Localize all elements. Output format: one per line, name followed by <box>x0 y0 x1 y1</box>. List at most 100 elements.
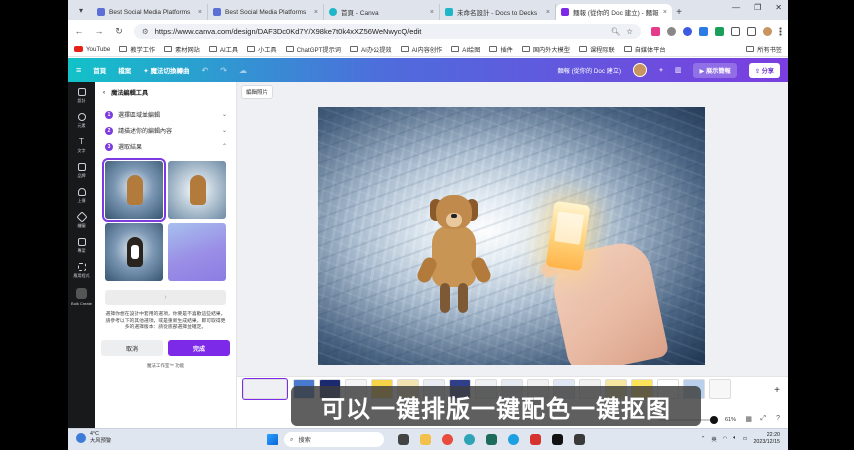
bookmark-folder[interactable]: AI工具 <box>208 45 238 54</box>
rail-bulk-create[interactable]: Bulk Create <box>71 288 92 306</box>
bookmark-folder[interactable]: 课程际联 <box>578 45 615 54</box>
forward-icon[interactable]: → <box>94 26 104 36</box>
canvas-photo[interactable] <box>318 107 705 365</box>
chrome-icon[interactable] <box>442 434 453 445</box>
edit-photo-button[interactable]: 編輯照片 <box>241 85 274 99</box>
bookmark-folder[interactable]: ChatGPT提示词 <box>285 45 341 54</box>
add-collaborator-icon[interactable]: + <box>659 67 663 74</box>
extension-icon[interactable] <box>715 26 724 36</box>
add-page-button[interactable]: + <box>774 385 780 396</box>
result-option-3[interactable] <box>105 223 163 281</box>
analytics-icon[interactable]: ▥ <box>675 66 682 74</box>
bookmark-star-icon[interactable]: ☆ <box>626 27 633 36</box>
rail-text[interactable]: T 文字 <box>78 138 86 154</box>
tab-search-icon[interactable]: ▾ <box>74 3 88 17</box>
clock[interactable]: 22:20 2023/12/15 <box>753 432 780 445</box>
site-info-icon[interactable]: ⚙ <box>142 27 149 36</box>
maximize-icon[interactable]: ❐ <box>754 3 761 12</box>
rail-elements[interactable]: 元素 <box>77 113 86 129</box>
rail-design[interactable]: 設計 <box>77 88 86 104</box>
taskbar-search[interactable]: ⌕ 搜索 <box>284 432 384 447</box>
puzzle-icon[interactable] <box>731 26 740 36</box>
close-icon[interactable]: × <box>663 9 667 16</box>
app-icon[interactable] <box>574 434 585 445</box>
ime-indicator[interactable]: 英 <box>711 435 716 443</box>
zoom-level[interactable]: 61% <box>725 417 736 423</box>
magic-switch-button[interactable]: ✦ 魔法切換轉曲 <box>143 65 189 75</box>
bookmark-folder[interactable]: AI绘图 <box>451 45 480 54</box>
step-2[interactable]: 2 請描述你的編輯內容 ⌄ <box>105 126 227 135</box>
close-icon[interactable]: × <box>430 9 434 16</box>
bookmark-folder[interactable]: 自媒体平台 <box>623 45 666 54</box>
windows-start-icon[interactable] <box>267 434 278 445</box>
tab-active-presentation[interactable]: 麵報 (從你的 Doc 建立) - 麵報 × <box>556 4 672 20</box>
result-option-4[interactable] <box>168 223 226 281</box>
bookmark-folder[interactable]: 插件 <box>489 45 513 54</box>
wps-icon[interactable] <box>530 434 541 445</box>
tab-social-2[interactable]: Best Social Media Platforms × <box>208 4 324 20</box>
result-option-2[interactable] <box>168 161 226 219</box>
step-1[interactable]: 1 選擇區域並編輯 ⌄ <box>105 110 227 119</box>
hamburger-menu-icon[interactable]: ≡ <box>76 65 81 75</box>
grid-view-icon[interactable]: ▦ <box>745 415 752 423</box>
rail-brand[interactable]: 品牌 <box>77 163 86 179</box>
tab-social-1[interactable]: Best Social Media Platforms × <box>92 4 208 20</box>
battery-icon[interactable]: ▭ <box>742 436 747 442</box>
reload-icon[interactable]: ↻ <box>114 26 124 37</box>
result-option-1[interactable] <box>102 158 166 222</box>
volume-icon[interactable]: 🔈︎ <box>733 435 736 442</box>
wifi-icon[interactable]: ◠ <box>723 436 728 442</box>
edge-icon[interactable] <box>464 434 475 445</box>
close-icon[interactable]: × <box>198 9 202 16</box>
undo-icon[interactable]: ↶ <box>202 66 209 75</box>
share-button[interactable]: ⇪ 分享 <box>748 62 780 78</box>
bookmark-youtube[interactable]: YouTube <box>74 46 110 53</box>
chevron-up-icon[interactable]: ⌃ <box>701 436 705 442</box>
rail-uploads[interactable]: 上傳 <box>77 188 86 204</box>
bookmark-folder[interactable]: 小工具 <box>247 45 277 54</box>
bookmark-folder[interactable]: 教学工作 <box>119 45 155 54</box>
file-menu[interactable]: 檔案 <box>118 65 131 75</box>
rail-draw[interactable]: 繪圖 <box>75 211 88 229</box>
rail-apps[interactable]: 應用程式 <box>74 263 90 279</box>
extension-icon[interactable] <box>699 26 708 36</box>
extension-icon[interactable] <box>683 26 692 36</box>
close-window-icon[interactable]: ✕ <box>775 3 782 12</box>
document-title[interactable]: 麵報 (從你的 Doc 建立) <box>557 66 621 75</box>
redo-icon[interactable]: ↷ <box>220 66 227 75</box>
tab-canva-home[interactable]: 首頁 - Canva × <box>324 4 440 20</box>
cancel-button[interactable]: 取消 <box>101 340 163 356</box>
new-tab-button[interactable]: + <box>672 4 686 20</box>
file-explorer-icon[interactable] <box>420 434 431 445</box>
zoom-slider-knob[interactable] <box>710 416 718 424</box>
step-3[interactable]: 3 選取結果 ⌃ <box>105 142 227 151</box>
page-thumbnail[interactable] <box>242 378 288 400</box>
task-view-icon[interactable] <box>398 434 409 445</box>
help-icon[interactable]: ? <box>776 415 780 422</box>
minimize-icon[interactable]: — <box>732 3 740 12</box>
home-button[interactable]: 首頁 <box>93 65 106 75</box>
app-icon[interactable] <box>486 434 497 445</box>
all-bookmarks[interactable]: 所有书签 <box>746 45 782 54</box>
profile-avatar[interactable] <box>763 26 772 36</box>
collaborator-avatar[interactable] <box>633 63 648 77</box>
bookmark-folder[interactable]: AI内容创作 <box>400 45 442 54</box>
weather-widget[interactable]: 4°C 大风预警 <box>76 431 111 444</box>
extension-icon[interactable] <box>651 26 660 36</box>
zoom-icon[interactable]: 🔍︎ <box>611 27 621 36</box>
present-button[interactable]: ▶ 展示簡報 <box>693 62 737 78</box>
rail-projects[interactable]: 專案 <box>77 238 86 254</box>
done-button[interactable]: 完成 <box>168 340 230 356</box>
tab-docs-to-decks[interactable]: 未命名設計 - Docs to Decks × <box>440 4 556 20</box>
app-icon[interactable] <box>508 434 519 445</box>
address-bar[interactable]: ⚙ https://www.canva.com/design/DAF3Dc0Kd… <box>134 23 641 39</box>
generate-more-button[interactable]: › <box>105 290 226 305</box>
bookmark-folder[interactable]: AI办公提效 <box>349 45 392 54</box>
close-icon[interactable]: × <box>546 9 550 16</box>
extension-icon[interactable] <box>667 26 676 36</box>
more-icon[interactable] <box>779 26 782 36</box>
close-icon[interactable]: × <box>314 9 318 16</box>
back-chevron-icon[interactable]: ‹ <box>103 89 105 96</box>
page-thumbnail[interactable] <box>709 379 731 399</box>
bookmark-folder[interactable]: 国内外大模型 <box>521 45 570 54</box>
